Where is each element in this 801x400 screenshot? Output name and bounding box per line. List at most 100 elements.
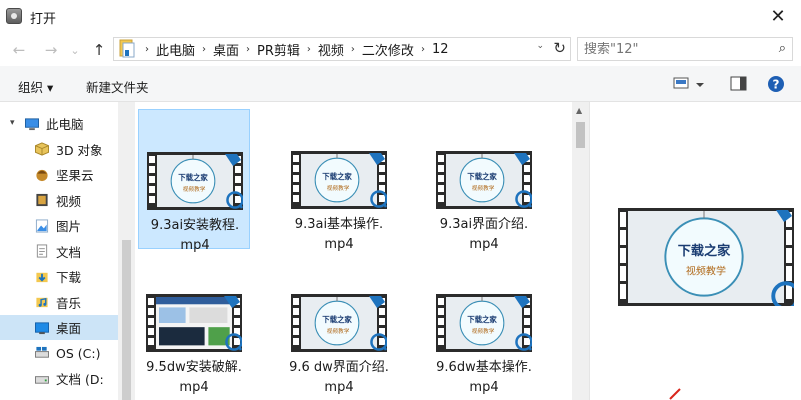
title-bar: 打开 ✕ bbox=[0, 0, 801, 32]
up-button[interactable]: ↑ bbox=[88, 39, 110, 61]
file-name: 9.3ai界面介绍. mp4 bbox=[428, 215, 540, 255]
file-tile[interactable]: 下载之家 视频教学 9.6 dw界面介绍. mp4 bbox=[283, 252, 395, 395]
nutstore-icon bbox=[34, 168, 50, 182]
organize-button[interactable]: 组织 ▾ bbox=[18, 77, 53, 96]
sidebar-item-label: 文档 (D: bbox=[56, 372, 104, 387]
3d-objects-icon bbox=[34, 142, 50, 156]
svg-text:视频教学: 视频教学 bbox=[327, 327, 350, 335]
svg-text:下载之家: 下载之家 bbox=[467, 171, 497, 181]
sidebar-item-nutstore[interactable]: 坚果云 bbox=[0, 162, 118, 187]
recent-locations-button[interactable]: ⌄ bbox=[64, 39, 86, 61]
address-bar[interactable]: › 此电脑 › 桌面 › PR剪辑 › 视频 › 二次修改 › 12 ⌄ ↻ bbox=[113, 37, 571, 61]
svg-text:下载之家: 下载之家 bbox=[322, 171, 352, 181]
breadcrumb-separator[interactable]: › bbox=[307, 44, 311, 55]
view-options-button[interactable] bbox=[672, 74, 706, 94]
desktop-icon bbox=[34, 321, 50, 335]
file-extension: mp4 bbox=[469, 380, 499, 395]
file-name: 9.3ai基本操作. mp4 bbox=[283, 215, 395, 255]
breadcrumb-separator[interactable]: › bbox=[246, 44, 250, 55]
file-name-line: 9.3ai界面介绍. bbox=[439, 217, 529, 232]
command-toolbar: 组织 ▾ 新建文件夹 ? bbox=[0, 66, 801, 102]
sidebar-item-pictures[interactable]: 图片 bbox=[0, 213, 118, 238]
file-list-scrollbar[interactable]: ▲ bbox=[572, 102, 589, 400]
navigation-pane: ▾ 此电脑 3D 对象坚果云视频图片文档下载音乐桌面 OS (C:) 文档 (D: bbox=[0, 102, 118, 400]
sidebar-item-drive-c[interactable]: OS (C:) bbox=[0, 341, 118, 366]
address-dropdown-icon[interactable]: ⌄ bbox=[536, 41, 544, 51]
close-button[interactable]: ✕ bbox=[755, 0, 801, 32]
help-button[interactable]: ? bbox=[766, 74, 786, 94]
search-box[interactable]: ⌕ bbox=[577, 37, 793, 61]
file-name-line: 9.3ai安装教程. bbox=[150, 218, 240, 233]
sidebar-item-videos[interactable]: 视频 bbox=[0, 188, 118, 213]
search-input[interactable] bbox=[584, 41, 764, 57]
breadcrumb-separator[interactable]: › bbox=[351, 44, 355, 55]
navigation-scrollbar[interactable] bbox=[118, 102, 135, 400]
breadcrumb-item[interactable]: PR剪辑 bbox=[257, 40, 300, 59]
file-name: 9.5dw安装破解. mp4 bbox=[138, 358, 250, 398]
drive-d-icon bbox=[34, 372, 50, 386]
new-folder-button[interactable]: 新建文件夹 bbox=[86, 77, 149, 96]
breadcrumb-item[interactable]: 桌面 bbox=[213, 40, 239, 59]
pc-icon bbox=[24, 117, 40, 131]
window-title: 打开 bbox=[30, 12, 57, 27]
music-icon bbox=[34, 295, 50, 309]
file-tile[interactable]: 下载之家 视频教学 9.3ai基本操作. mp4 bbox=[283, 109, 395, 252]
breadcrumb-item[interactable]: 二次修改 bbox=[362, 40, 414, 59]
file-name: 9.6 dw界面介绍. mp4 bbox=[283, 358, 395, 398]
breadcrumb-item[interactable]: 12 bbox=[432, 42, 449, 57]
app-icon bbox=[6, 8, 22, 24]
preview-pane-button[interactable] bbox=[729, 74, 749, 94]
file-tile[interactable]: 下载之家 视频教学 9.3ai界面介绍. mp4 bbox=[428, 109, 540, 252]
video-thumbnail: 下载之家 视频教学 bbox=[436, 294, 533, 352]
sidebar-item-downloads[interactable]: 下载 bbox=[0, 264, 118, 289]
refresh-icon[interactable]: ↻ bbox=[553, 39, 566, 57]
breadcrumb-item[interactable]: 此电脑 bbox=[156, 40, 195, 59]
svg-text:?: ? bbox=[773, 78, 780, 92]
file-tile[interactable]: 下载之家 视频教学 9.3ai安装教程. mp4 bbox=[138, 109, 250, 253]
sidebar-item-3d-objects[interactable]: 3D 对象 bbox=[0, 137, 118, 162]
video-thumbnail: 下载之家 视频教学 bbox=[291, 294, 388, 352]
sidebar-item-drive-d[interactable]: 文档 (D: bbox=[0, 366, 118, 391]
sidebar-item-label: 下载 bbox=[56, 270, 82, 285]
file-extension: mp4 bbox=[324, 380, 354, 395]
back-button[interactable]: ← bbox=[8, 39, 30, 61]
breadcrumb: 此电脑 › 桌面 › PR剪辑 › 视频 › 二次修改 › 12 bbox=[156, 40, 448, 59]
svg-text:下载之家: 下载之家 bbox=[322, 314, 352, 324]
file-name: 9.3ai安装教程. mp4 bbox=[139, 216, 251, 256]
scroll-up-icon[interactable]: ▲ bbox=[576, 106, 582, 115]
preview-thumbnail: 下载之家 视频教学 bbox=[618, 208, 801, 311]
breadcrumb-item[interactable]: 视频 bbox=[318, 40, 344, 59]
pictures-icon bbox=[34, 218, 50, 233]
file-tile[interactable]: 下载之家 视频教学 9.6dw基本操作. mp4 bbox=[428, 252, 540, 395]
sidebar-item-label: 3D 对象 bbox=[56, 142, 103, 158]
search-icon[interactable]: ⌕ bbox=[779, 41, 786, 56]
sidebar-item-label: 视频 bbox=[56, 193, 82, 209]
file-extension: mp4 bbox=[179, 380, 209, 395]
expand-chevron-icon[interactable]: ▾ bbox=[10, 118, 15, 128]
file-list-scrollbar-thumb[interactable] bbox=[576, 122, 585, 148]
folder-icon bbox=[118, 38, 138, 60]
preview-pane-icon bbox=[730, 76, 747, 91]
view-icon bbox=[673, 77, 704, 89]
sidebar-item-documents[interactable]: 文档 bbox=[0, 239, 118, 264]
navigation-scrollbar-thumb[interactable] bbox=[122, 240, 131, 400]
breadcrumb-separator[interactable]: › bbox=[421, 44, 425, 55]
breadcrumb-separator[interactable]: › bbox=[202, 44, 206, 55]
videos-icon bbox=[34, 193, 50, 207]
file-name-line: 9.5dw安装破解. bbox=[146, 360, 242, 375]
sidebar-item-music[interactable]: 音乐 bbox=[0, 290, 118, 315]
sidebar-item-label: 坚果云 bbox=[56, 168, 94, 183]
help-icon: ? bbox=[768, 76, 784, 92]
sidebar-item-pc[interactable]: ▾ 此电脑 bbox=[0, 111, 118, 136]
svg-text:下载之家: 下载之家 bbox=[178, 172, 208, 182]
svg-text:视频教学: 视频教学 bbox=[327, 184, 350, 192]
sidebar-item-desktop[interactable]: 桌面 bbox=[0, 315, 118, 340]
file-tile[interactable]: 9.5dw安装破解. mp4 bbox=[138, 252, 250, 395]
video-thumbnail: 下载之家 视频教学 bbox=[147, 152, 244, 210]
forward-button[interactable]: → bbox=[40, 39, 62, 61]
sidebar-item-label: 此电脑 bbox=[46, 117, 84, 132]
sidebar-item-label: 桌面 bbox=[56, 321, 82, 336]
sidebar-item-label: 文档 bbox=[56, 244, 82, 260]
svg-text:下载之家: 下载之家 bbox=[467, 314, 497, 324]
downloads-icon bbox=[34, 270, 50, 284]
